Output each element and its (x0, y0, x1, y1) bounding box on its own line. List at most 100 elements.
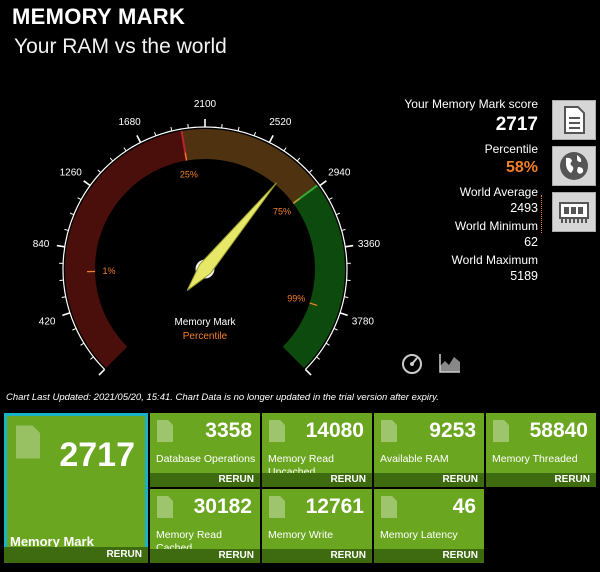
rerun-button[interactable]: RERUN (374, 549, 484, 563)
gauge-band-low (65, 130, 187, 368)
test-label: Memory Latency (380, 529, 458, 541)
gauge-scale-label: 840 (33, 239, 50, 250)
test-value: 14080 (305, 419, 364, 442)
test-tile[interactable]: 9253 Available RAM RERUN (374, 413, 484, 487)
gauge-tick (237, 126, 240, 132)
document-icon (493, 420, 509, 442)
document-icon (269, 496, 285, 518)
document-icon[interactable] (552, 100, 596, 140)
test-tile[interactable]: 30182 Memory Read Cached RERUN (150, 489, 260, 563)
test-tile[interactable]: 12761 Memory Write RERUN (262, 489, 372, 563)
test-label: Memory Write (268, 529, 334, 541)
test-value: 46 (452, 495, 476, 518)
gauge-scale-label: 2520 (269, 117, 292, 128)
gauge-tick (316, 356, 320, 360)
percentile-marker-label: 25% (180, 169, 198, 179)
gauge-tick (72, 327, 77, 331)
percentile-value: 58% (505, 159, 538, 176)
rerun-button[interactable]: RERUN (262, 473, 372, 487)
gauge-tick (69, 212, 75, 216)
gauge-needle (186, 182, 277, 291)
gauge-tick (83, 180, 91, 187)
memory-mark-tile[interactable]: 2717 Memory Mark RERUN (4, 413, 148, 563)
gauge-tick (268, 134, 274, 143)
rerun-button[interactable]: RERUN (150, 473, 260, 487)
test-label: Available RAM (380, 453, 449, 465)
gauge-tick (319, 180, 327, 187)
gauge-center-label: Memory Mark (174, 317, 236, 328)
test-tile[interactable]: 3358 Database Operations RERUN (150, 413, 260, 487)
rerun-button[interactable]: RERUN (4, 547, 148, 563)
world-minimum-label: World Minimum (454, 219, 538, 233)
gauge-tick (335, 212, 341, 216)
gauge-center-sublabel: Percentile (183, 331, 228, 342)
gauge-tick (328, 197, 333, 201)
test-value: 12761 (305, 495, 364, 518)
test-tile[interactable]: 14080 Memory Read Uncached RERUN (262, 413, 372, 487)
gauge-scale-label: 3780 (352, 316, 375, 327)
test-value: 30182 (193, 495, 252, 518)
average-indicator (541, 195, 543, 233)
gauge-scale-label: 2940 (328, 167, 351, 178)
rerun-button[interactable]: RERUN (486, 473, 596, 487)
gauge-tick (339, 312, 348, 317)
chart-icon[interactable] (438, 352, 462, 374)
gauge-tick (344, 296, 349, 298)
gauge-tick (345, 244, 354, 248)
percentile-marker-label: 99% (287, 294, 305, 304)
test-tile[interactable]: 46 Memory Latency RERUN (374, 489, 484, 563)
gauge-tick (136, 134, 142, 143)
world-maximum-value: 5189 (510, 269, 538, 283)
memory-card-icon[interactable] (552, 192, 596, 232)
test-label: Memory Threaded (492, 453, 578, 465)
memory-mark-value: 2717 (59, 436, 135, 474)
gauge-band-mid (181, 129, 318, 204)
test-value: 9253 (429, 419, 476, 442)
globe-icon[interactable] (552, 146, 596, 186)
gauge-tick (333, 327, 338, 331)
page-title: MEMORY MARK (12, 4, 186, 29)
world-average-value: 2493 (510, 201, 538, 215)
gauge-tick (61, 296, 66, 298)
gauge-tick (109, 157, 114, 162)
test-tile[interactable]: 58840 Memory Threaded RERUN (486, 413, 596, 487)
test-value: 3358 (205, 419, 252, 442)
gauge-scale-label: 1260 (60, 167, 83, 178)
gauge-tick (283, 147, 287, 152)
gauge-tick (253, 131, 257, 136)
speedometer-icon[interactable] (400, 352, 424, 374)
test-label: Database Operations (156, 453, 256, 465)
gauge-tick (153, 131, 157, 136)
percentile-label: Percentile (484, 142, 538, 156)
gauge-tick (90, 356, 94, 360)
rerun-button[interactable]: RERUN (150, 549, 260, 563)
gauge-tick (123, 147, 127, 152)
tool-icons (400, 352, 462, 374)
gauge-tick (325, 342, 330, 346)
gauge-tick (296, 157, 301, 162)
document-icon (381, 420, 397, 442)
world-maximum-label: World Maximum (451, 253, 538, 267)
chart-updated-note: Chart Last Updated: 2021/05/20, 15:41. C… (6, 392, 439, 403)
gauge-tick (341, 228, 346, 231)
gauge-scale-label: 2100 (194, 99, 217, 110)
rerun-button[interactable]: RERUN (374, 473, 484, 487)
world-average-label: World Average (459, 185, 538, 199)
rerun-button[interactable]: RERUN (262, 549, 372, 563)
gauge-tick (64, 228, 69, 231)
gauge-tick (304, 368, 312, 376)
gauge-tick (77, 197, 82, 201)
test-value: 58840 (529, 419, 588, 442)
document-icon (157, 496, 173, 518)
gauge-tick (98, 368, 106, 376)
page-subtitle: Your RAM vs the world (14, 35, 227, 58)
memory-mark-gauge: 0420840126016802100252029403360378042001… (33, 99, 381, 376)
gauge-tick (56, 244, 65, 248)
gauge-tick (97, 169, 102, 173)
gauge-tick (62, 312, 71, 317)
document-icon (269, 420, 285, 442)
gauge-tick (308, 169, 313, 173)
percentile-marker-label: 1% (103, 266, 116, 276)
score-value: 2717 (495, 114, 538, 135)
score-label: Your Memory Mark score (404, 97, 538, 111)
